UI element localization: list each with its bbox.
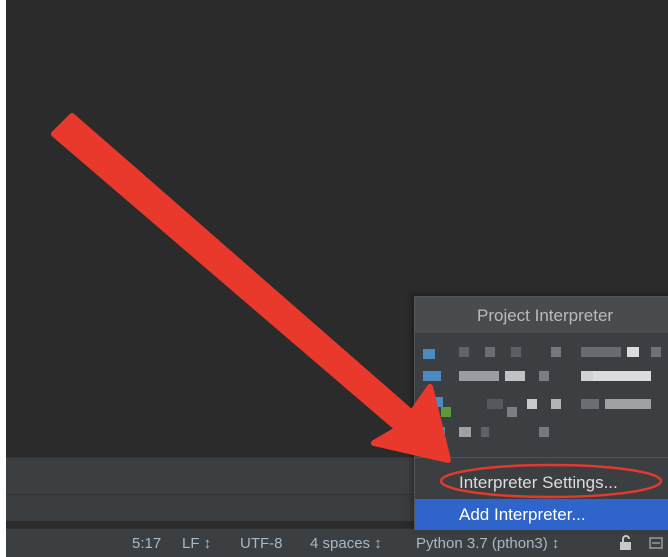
list-item xyxy=(481,427,489,437)
interpreter-list-item[interactable] xyxy=(415,341,668,363)
indent-selector[interactable]: 4 spaces ↕ xyxy=(310,535,382,552)
interpreter-list xyxy=(415,333,668,457)
list-item xyxy=(487,399,503,409)
menu-separator xyxy=(415,457,668,458)
add-interpreter-item[interactable]: Add Interpreter... xyxy=(415,499,668,530)
list-item xyxy=(651,347,661,357)
list-item xyxy=(551,347,561,357)
list-item xyxy=(581,347,621,357)
list-item xyxy=(459,347,469,357)
interpreter-list-item[interactable] xyxy=(415,393,668,417)
python-icon xyxy=(431,397,443,407)
python-icon xyxy=(435,427,445,437)
list-item xyxy=(627,347,639,357)
list-item xyxy=(485,347,495,357)
list-item xyxy=(539,427,549,437)
popup-title: Project Interpreter xyxy=(477,306,614,325)
python-icon xyxy=(423,349,435,359)
list-item xyxy=(507,407,517,417)
list-item xyxy=(459,371,499,381)
status-bar: 5:17 LF ↕ UTF-8 4 spaces ↕ Python 3.7 (p… xyxy=(6,528,668,557)
popup-header: Project Interpreter xyxy=(415,297,668,333)
interpreter-selector[interactable]: Python 3.7 (pthon3) ↕ xyxy=(416,535,559,552)
lock-icon[interactable] xyxy=(618,535,634,551)
list-item xyxy=(551,399,561,409)
ide-window: 5:17 LF ↕ UTF-8 4 spaces ↕ Python 3.7 (p… xyxy=(6,0,668,557)
interpreter-settings-item[interactable]: Interpreter Settings... xyxy=(415,467,668,498)
interpreter-popup: Project Interpreter Interpreter Settings… xyxy=(414,296,668,531)
list-item xyxy=(593,371,651,381)
interpreter-settings-label: Interpreter Settings... xyxy=(459,473,618,492)
interpreter-list-item[interactable] xyxy=(415,365,668,387)
caret-position[interactable]: 5:17 xyxy=(132,535,161,552)
add-interpreter-label: Add Interpreter... xyxy=(459,505,586,524)
list-item xyxy=(511,347,521,357)
list-item xyxy=(605,399,651,409)
python-icon xyxy=(423,371,441,381)
interpreter-list-item[interactable] xyxy=(415,421,668,443)
venv-icon xyxy=(441,407,451,417)
list-item xyxy=(527,399,537,409)
list-item xyxy=(581,399,599,409)
list-item xyxy=(505,371,525,381)
settings-icon[interactable] xyxy=(648,535,664,551)
list-item xyxy=(581,371,593,381)
encoding-selector[interactable]: UTF-8 xyxy=(240,535,283,552)
line-separator-selector[interactable]: LF ↕ xyxy=(182,535,211,552)
list-item xyxy=(539,371,549,381)
list-item xyxy=(459,427,471,437)
